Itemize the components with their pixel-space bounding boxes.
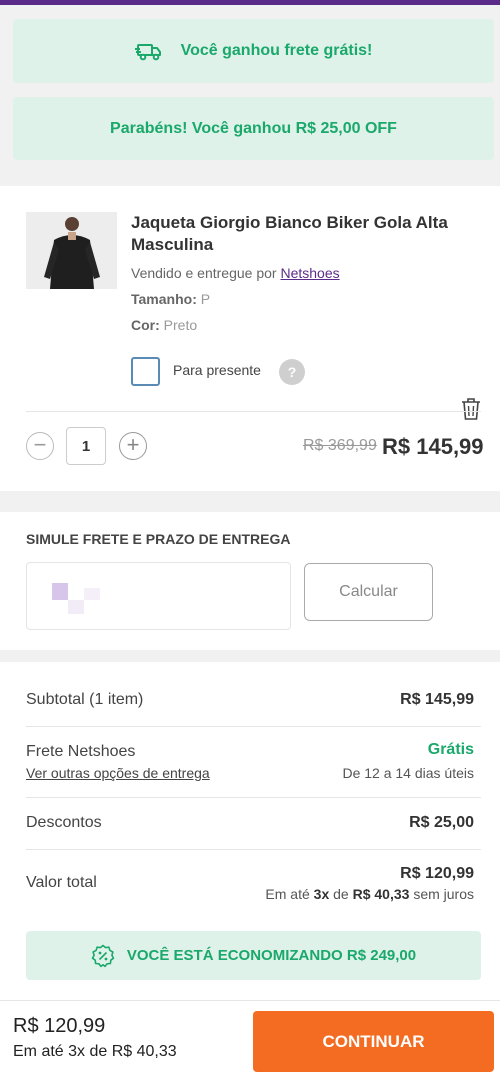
divider bbox=[26, 411, 481, 412]
discount-banner: Parabéns! Você ganhou R$ 25,00 OFF bbox=[13, 97, 494, 160]
truck-icon bbox=[134, 44, 161, 61]
quantity-decrease-button[interactable]: − bbox=[26, 432, 54, 460]
input-placeholder-blur bbox=[84, 588, 100, 600]
color-label: Cor: bbox=[131, 317, 160, 333]
quantity-increase-button[interactable]: + bbox=[119, 432, 147, 460]
installments-count: 3x bbox=[313, 886, 330, 902]
discounts-value: R$ 25,00 bbox=[409, 814, 474, 831]
product-name-line1: Jaqueta Giorgio Bianco Biker Gola Alta bbox=[131, 213, 448, 232]
size-value: P bbox=[200, 291, 211, 307]
divider bbox=[26, 849, 481, 850]
size-attribute: Tamanho: P bbox=[131, 291, 210, 307]
delivery-days: De 12 a 14 dias úteis bbox=[342, 765, 474, 781]
quantity-field[interactable]: 1 bbox=[66, 427, 106, 465]
freight-label: Frete Netshoes bbox=[26, 743, 136, 760]
input-placeholder-blur bbox=[52, 583, 68, 600]
divider bbox=[26, 726, 481, 727]
seller-link[interactable]: Netshoes bbox=[280, 265, 339, 281]
old-price: R$ 369,99 bbox=[303, 437, 377, 454]
calculate-button[interactable]: Calcular bbox=[304, 563, 433, 621]
size-label: Tamanho: bbox=[131, 291, 197, 307]
trash-icon[interactable] bbox=[460, 397, 482, 421]
color-value: Preto bbox=[163, 317, 198, 333]
freight-value: Grátis bbox=[427, 741, 474, 758]
installments-mid: de bbox=[333, 886, 349, 902]
product-name-line2: Masculina bbox=[131, 235, 214, 254]
percent-badge-icon bbox=[91, 944, 115, 967]
installments-prefix: Em até bbox=[265, 886, 310, 902]
subtotal-value: R$ 145,99 bbox=[400, 691, 474, 708]
product-image[interactable] bbox=[26, 212, 117, 289]
installments-amount: R$ 40,33 bbox=[352, 886, 410, 902]
installments-info: Em até 3x de R$ 40,33 sem juros bbox=[265, 886, 474, 902]
sold-by: Vendido e entregue por Netshoes bbox=[131, 265, 340, 281]
current-price: R$ 145,99 bbox=[382, 434, 484, 459]
footer-installments: Em até 3x de R$ 40,33 bbox=[13, 1043, 177, 1060]
total-label: Valor total bbox=[26, 874, 97, 891]
shipping-title: SIMULE FRETE E PRAZO DE ENTREGA bbox=[26, 531, 291, 547]
product-name[interactable]: Jaqueta Giorgio Bianco Biker Gola Alta M… bbox=[131, 212, 451, 256]
total-value: R$ 120,99 bbox=[400, 865, 474, 882]
continue-button[interactable]: CONTINUAR bbox=[253, 1011, 494, 1072]
discounts-label: Descontos bbox=[26, 814, 102, 831]
savings-text: VOCÊ ESTÁ ECONOMIZANDO R$ 249,00 bbox=[126, 947, 417, 964]
free-shipping-text: Você ganhou frete grátis! bbox=[180, 42, 373, 59]
free-shipping-banner: Você ganhou frete grátis! bbox=[13, 19, 494, 83]
input-placeholder-blur bbox=[68, 600, 84, 614]
divider bbox=[26, 797, 481, 798]
sold-by-prefix: Vendido e entregue por bbox=[131, 265, 277, 281]
installments-suffix: sem juros bbox=[413, 886, 474, 902]
subtotal-label: Subtotal (1 item) bbox=[26, 691, 144, 708]
discount-text: Parabéns! Você ganhou R$ 25,00 OFF bbox=[110, 119, 397, 137]
color-attribute: Cor: Preto bbox=[131, 317, 197, 333]
top-accent-bar bbox=[0, 0, 500, 5]
savings-banner: VOCÊ ESTÁ ECONOMIZANDO R$ 249,00 bbox=[26, 931, 481, 980]
help-icon[interactable]: ? bbox=[279, 359, 305, 385]
gift-label: Para presente bbox=[173, 362, 261, 378]
gift-checkbox[interactable] bbox=[131, 357, 160, 386]
other-delivery-options-link[interactable]: Ver outras opções de entrega bbox=[26, 765, 210, 781]
footer-total-price: R$ 120,99 bbox=[13, 1015, 106, 1037]
